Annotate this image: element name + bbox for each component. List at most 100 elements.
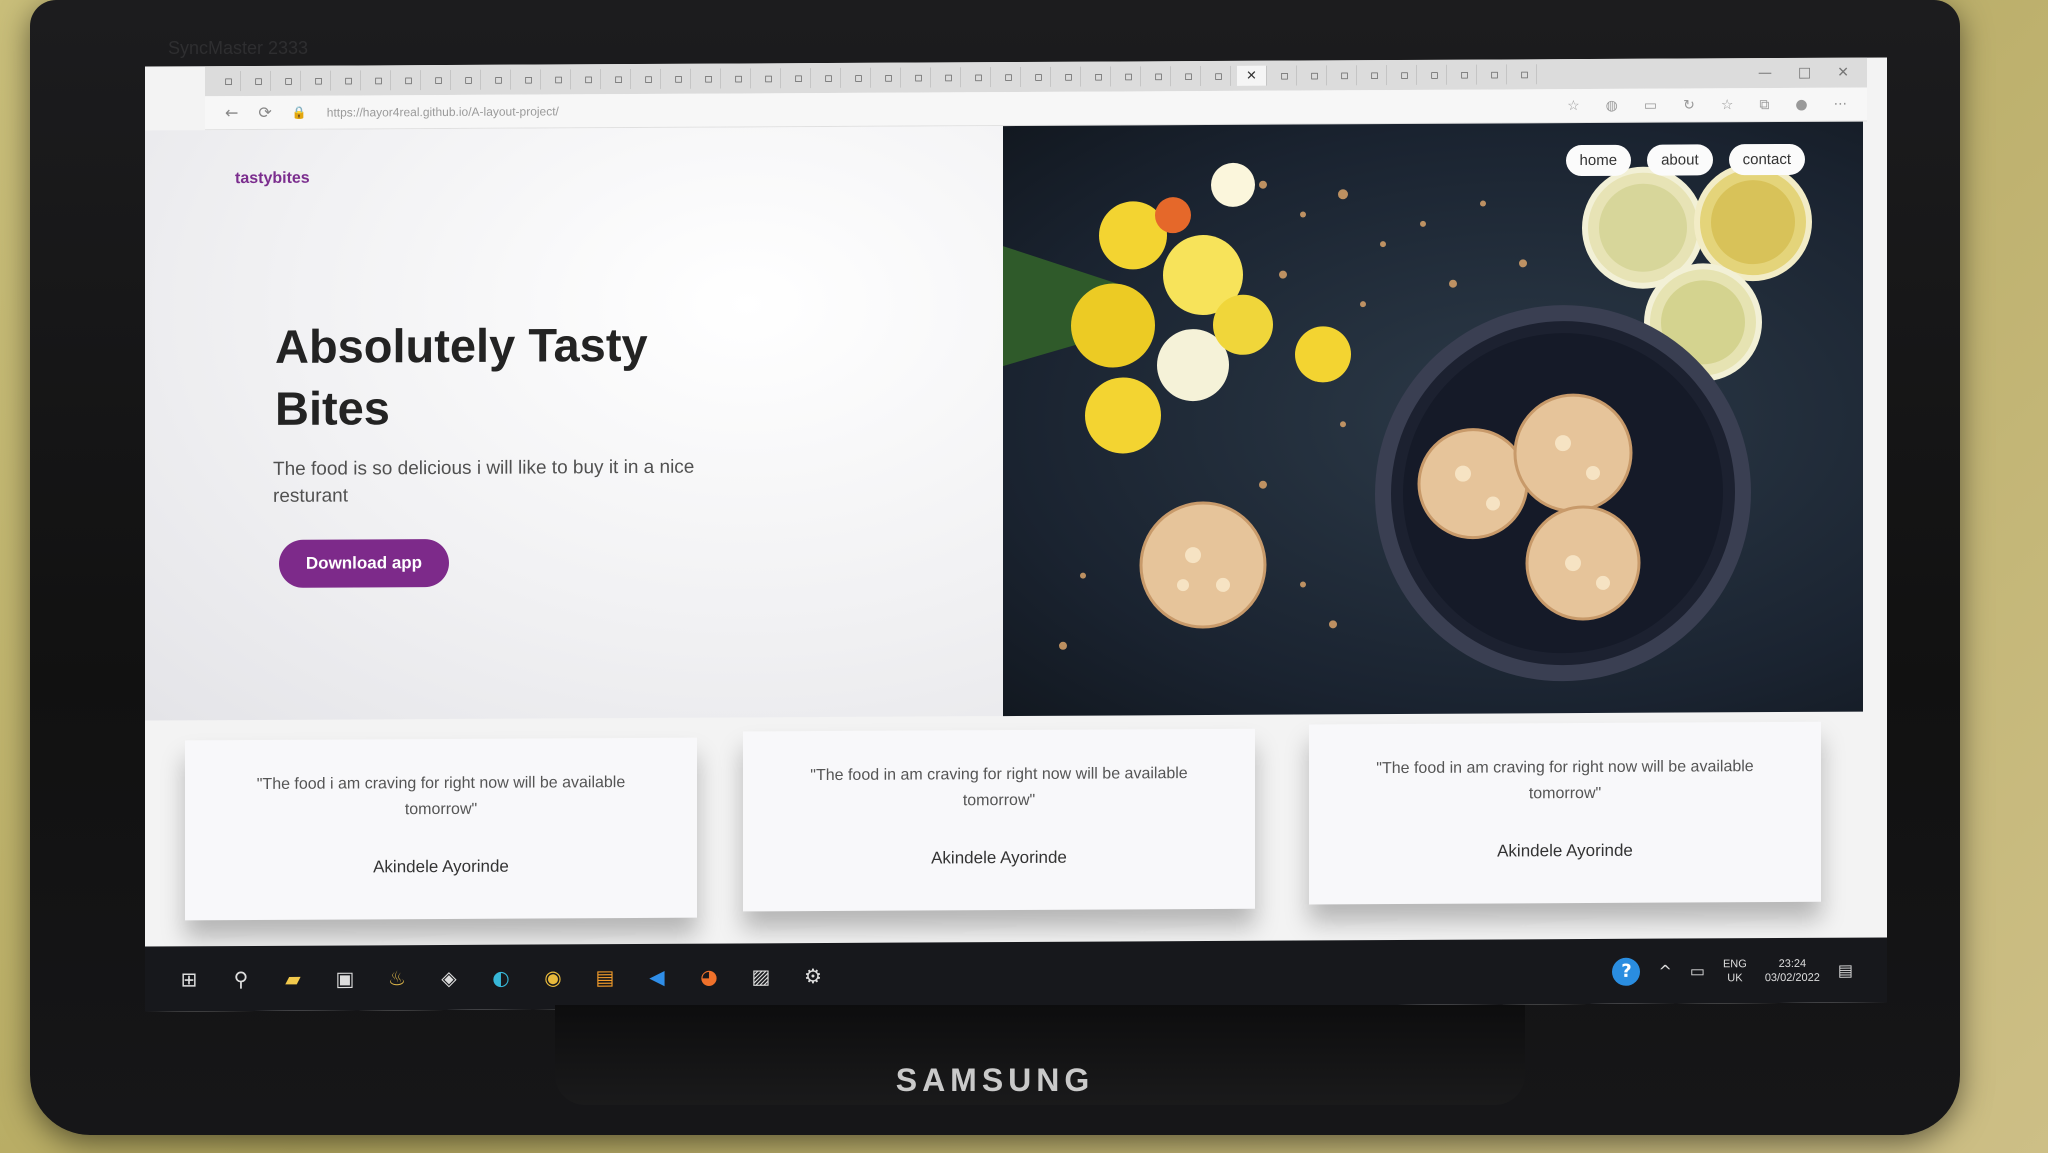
dropbox-icon[interactable]: ◈ xyxy=(435,963,463,991)
language-indicator[interactable]: ENG UK xyxy=(1723,957,1747,985)
sublime-icon[interactable]: ▤ xyxy=(591,963,619,991)
browser-tab[interactable]: ▫ xyxy=(997,66,1021,88)
download-app-button[interactable]: Download app xyxy=(279,538,449,588)
browser-tab[interactable]: ▫ xyxy=(457,69,481,90)
language-code: ENG xyxy=(1722,957,1747,970)
close-icon[interactable]: ✕ xyxy=(1837,65,1849,81)
windows-start-icon[interactable]: ⊞ xyxy=(175,965,203,993)
browser-tab[interactable]: ▫ xyxy=(877,67,901,88)
nav-home[interactable]: home xyxy=(1565,144,1632,177)
browser-tab[interactable]: ▫ xyxy=(727,68,751,89)
browser-tab[interactable]: ▫ xyxy=(967,67,991,88)
browser-tab[interactable]: ▫ xyxy=(1483,64,1507,85)
browser-tab[interactable]: ▫ xyxy=(1087,66,1111,87)
browser-tab[interactable]: ▫ xyxy=(1057,66,1081,87)
browser-tab[interactable]: ▫ xyxy=(607,69,631,90)
help-icon[interactable]: ? xyxy=(1612,957,1641,986)
browser-tab[interactable]: ▫ xyxy=(1453,64,1477,85)
browser-tab[interactable]: ▫ xyxy=(427,69,451,91)
hero-title: Absolutely Tasty Bites xyxy=(275,317,648,435)
browser-tab[interactable]: ▫ xyxy=(637,68,661,89)
browser-tab[interactable]: ▫ xyxy=(1363,65,1387,86)
clock[interactable]: 23:24 03/02/2022 xyxy=(1765,956,1820,984)
system-tray: ? ^ ▭ ENG UK 23:24 03/02/2022 ▤ xyxy=(1612,956,1887,986)
window-controls: — □ ✕ xyxy=(1758,65,1867,81)
maximize-icon[interactable]: □ xyxy=(1798,65,1811,81)
testimonials-section: "The food i am craving for right now wil… xyxy=(185,721,1845,921)
browser-tab[interactable]: ▫ xyxy=(697,68,721,89)
browser-tab[interactable]: ▫ xyxy=(757,68,781,89)
lock-icon: 🔒 xyxy=(291,105,307,120)
back-icon[interactable]: ← xyxy=(225,103,238,122)
browser-tab[interactable]: ▫ xyxy=(367,70,391,91)
chrome-icon[interactable]: ◉ xyxy=(539,963,567,991)
extensions-icon[interactable]: ◍ xyxy=(1606,97,1618,113)
store-icon[interactable]: ▣ xyxy=(331,964,359,992)
file-explorer-icon[interactable]: ▰ xyxy=(279,964,307,992)
firefox-icon[interactable]: ◕ xyxy=(695,962,723,990)
testimonial-card: "The food in am craving for right now wi… xyxy=(1309,721,1821,905)
browser-tab[interactable]: ▫ xyxy=(937,67,961,88)
browser-tab[interactable]: ▫ xyxy=(307,70,331,91)
browser-tab[interactable]: ▫ xyxy=(277,70,301,91)
search-icon[interactable]: ⚲ xyxy=(227,964,255,992)
favorites-icon[interactable]: ☆ xyxy=(1721,97,1734,113)
region-code: UK xyxy=(1727,971,1743,984)
browser-tab[interactable]: ▫ xyxy=(1027,66,1051,87)
food-photo xyxy=(1003,162,1812,682)
clock-time: 23:24 xyxy=(1778,957,1807,970)
more-icon[interactable]: ··· xyxy=(1834,96,1847,112)
reload-icon[interactable]: ⟳ xyxy=(258,103,271,122)
browser-tab[interactable]: ▫ xyxy=(1207,65,1231,86)
browser-tab[interactable]: ▫ xyxy=(547,69,571,90)
testimonial-quote: "The food i am craving for right now wil… xyxy=(256,774,626,819)
browser-tab[interactable]: ▫ xyxy=(667,68,691,89)
web-page: tastybites Absolutely Tasty Bites The fo… xyxy=(145,121,1887,960)
collections-icon[interactable]: ⧉ xyxy=(1759,97,1769,113)
battery-icon[interactable]: ▭ xyxy=(1690,961,1705,980)
browser-tab[interactable]: ▫ xyxy=(1273,65,1297,86)
monitor-brand-label: SAMSUNG xyxy=(895,1062,1095,1098)
browser-tab[interactable]: ▫ xyxy=(217,71,241,92)
browser-tab[interactable]: ▫ xyxy=(487,69,511,90)
browser-tab[interactable]: ▫ xyxy=(1303,65,1327,86)
profile-icon[interactable]: ● xyxy=(1795,96,1807,112)
browser-tab[interactable]: ▫ xyxy=(1147,66,1171,87)
settings-gear-icon[interactable]: ⚙ xyxy=(799,961,827,989)
browser-tab[interactable]: ▫ xyxy=(247,70,271,92)
nav-about[interactable]: about xyxy=(1647,144,1713,176)
notification-icon[interactable]: ▤ xyxy=(1838,961,1853,980)
browser-tab[interactable]: ▫ xyxy=(1513,64,1537,85)
browser-tab[interactable]: ▫ xyxy=(907,67,931,88)
nav-contact[interactable]: contact xyxy=(1728,143,1805,176)
browser-tab[interactable]: ▫ xyxy=(397,70,421,91)
browser-tab[interactable]: ▫ xyxy=(1333,65,1357,86)
edge-icon[interactable]: ◐ xyxy=(487,963,515,991)
photos-icon[interactable]: ▨ xyxy=(747,962,775,990)
browser-tab[interactable]: ▫ xyxy=(1177,66,1201,87)
clock-date: 03/02/2022 xyxy=(1764,971,1820,984)
testimonial-card: "The food in am craving for right now wi… xyxy=(743,728,1255,912)
browser-tab[interactable]: ▫ xyxy=(517,69,541,90)
vscode-icon[interactable]: ◀ xyxy=(643,962,671,990)
browser-tab[interactable]: ▫ xyxy=(817,67,841,89)
browser-tab[interactable]: ▫ xyxy=(337,70,361,91)
monitor-bezel: SyncMaster 2333 ▫ ▫ ▫ ▫ ▫ ▫ ▫ ▫ ▫ ▫ ▫ ▫ ▫ ▫ ▫ ▫ ▫ ▫ ▫ ▫ ▫ ▫ ▫ ▫… xyxy=(30,0,1960,1135)
browser-tab[interactable]: ▫ xyxy=(787,68,811,89)
refresh-icon[interactable]: ↻ xyxy=(1683,97,1695,113)
browser-toolbar: ☆ ◍ ▭ ↻ ☆ ⧉ ● ··· xyxy=(1567,96,1867,114)
browser-tab[interactable]: ▫ xyxy=(1423,64,1447,85)
browser-tab[interactable]: ▫ xyxy=(577,69,601,90)
minimize-icon[interactable]: — xyxy=(1758,65,1772,81)
genie-lamp-icon[interactable]: ♨ xyxy=(383,964,411,992)
testimonial-quote: "The food in am craving for right now wi… xyxy=(1376,758,1754,803)
browser-tab[interactable]: ▫ xyxy=(847,67,871,88)
split-screen-icon[interactable]: ▭ xyxy=(1644,97,1657,113)
star-add-icon[interactable]: ☆ xyxy=(1567,98,1580,114)
site-logo[interactable]: tastybites xyxy=(235,170,310,188)
browser-tab[interactable]: ▫ xyxy=(1393,64,1417,86)
url-field[interactable]: https://hayor4real.github.io/A-layout-pr… xyxy=(327,104,559,119)
browser-tab[interactable]: ▫ xyxy=(1117,66,1141,87)
chevron-up-icon[interactable]: ^ xyxy=(1658,962,1671,981)
browser-tab[interactable]: ✕ xyxy=(1237,65,1267,86)
